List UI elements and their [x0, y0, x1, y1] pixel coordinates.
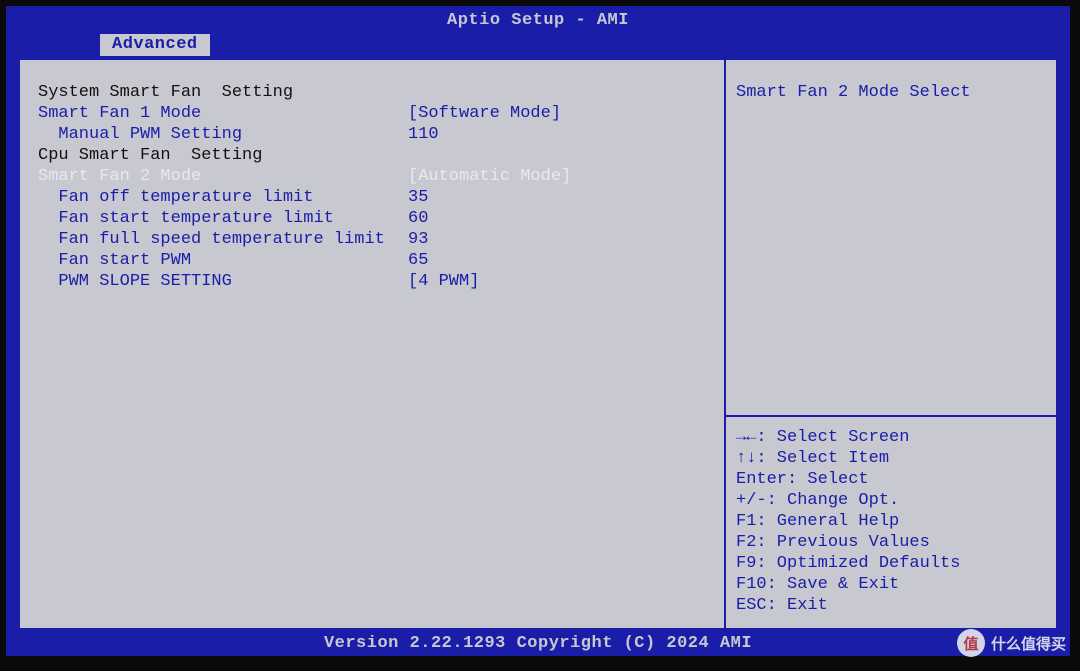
- section-header-cpu-fan: Cpu Smart Fan Setting: [38, 145, 716, 166]
- titlebar: Aptio Setup - AMI: [6, 6, 1070, 34]
- help-key-line: F2: Previous Values: [736, 532, 1046, 553]
- setting-value: [Automatic Mode]: [408, 166, 716, 187]
- help-key-line: F1: General Help: [736, 511, 1046, 532]
- section-label: Cpu Smart Fan Setting: [38, 145, 408, 166]
- setting-value: 110: [408, 124, 716, 145]
- help-description: Smart Fan 2 Mode Select: [726, 60, 1056, 415]
- help-panel: Smart Fan 2 Mode Select →←: Select Scree…: [726, 60, 1056, 628]
- tab-advanced[interactable]: Advanced: [100, 34, 210, 56]
- setting-label: Manual PWM Setting: [38, 124, 408, 145]
- smart-fan-1-mode-row[interactable]: Smart Fan 1 Mode [Software Mode]: [38, 103, 716, 124]
- setting-value: 65: [408, 250, 716, 271]
- fan-start-pwm-row[interactable]: Fan start PWM 65: [38, 250, 716, 271]
- setting-value: [Software Mode]: [408, 103, 716, 124]
- help-key-line: Enter: Select: [736, 469, 1046, 490]
- help-key-line: F10: Save & Exit: [736, 574, 1046, 595]
- tab-label: Advanced: [112, 35, 198, 54]
- setting-label: Fan start temperature limit: [38, 208, 408, 229]
- fan-off-temp-row[interactable]: Fan off temperature limit 35: [38, 187, 716, 208]
- section-label: System Smart Fan Setting: [38, 82, 408, 103]
- setting-value: 93: [408, 229, 716, 250]
- setting-label: Fan full speed temperature limit: [38, 229, 408, 250]
- help-key-line: +/-: Change Opt.: [736, 490, 1046, 511]
- smart-fan-2-mode-row[interactable]: Smart Fan 2 Mode [Automatic Mode]: [38, 166, 716, 187]
- title-text: Aptio Setup - AMI: [447, 11, 629, 30]
- manual-pwm-row[interactable]: Manual PWM Setting 110: [38, 124, 716, 145]
- bios-screen: Aptio Setup - AMI Advanced System Smart …: [6, 6, 1070, 656]
- setting-label: Smart Fan 1 Mode: [38, 103, 408, 124]
- settings-panel: System Smart Fan Setting Smart Fan 1 Mod…: [20, 60, 726, 628]
- footer: Version 2.22.1293 Copyright (C) 2024 AMI: [6, 630, 1070, 656]
- help-key-line: ↑↓: Select Item: [736, 448, 1046, 469]
- pwm-slope-row[interactable]: PWM SLOPE SETTING [4 PWM]: [38, 271, 716, 292]
- help-key-line: ESC: Exit: [736, 595, 1046, 616]
- help-key-line: F9: Optimized Defaults: [736, 553, 1046, 574]
- setting-label: Smart Fan 2 Mode: [38, 166, 408, 187]
- setting-value: 35: [408, 187, 716, 208]
- setting-label: Fan off temperature limit: [38, 187, 408, 208]
- help-keys: →←: Select Screen ↑↓: Select Item Enter:…: [726, 415, 1056, 628]
- setting-value: 60: [408, 208, 716, 229]
- help-title: Smart Fan 2 Mode Select: [736, 82, 1046, 103]
- fan-start-temp-row[interactable]: Fan start temperature limit 60: [38, 208, 716, 229]
- main-area: System Smart Fan Setting Smart Fan 1 Mod…: [18, 58, 1058, 630]
- setting-label: PWM SLOPE SETTING: [38, 271, 408, 292]
- fan-full-temp-row[interactable]: Fan full speed temperature limit 93: [38, 229, 716, 250]
- setting-label: Fan start PWM: [38, 250, 408, 271]
- footer-text: Version 2.22.1293 Copyright (C) 2024 AMI: [324, 634, 752, 653]
- setting-value: [4 PWM]: [408, 271, 716, 292]
- help-key-line: →←: Select Screen: [736, 427, 1046, 448]
- tab-row: Advanced: [6, 34, 1070, 58]
- section-header-system-fan: System Smart Fan Setting: [38, 82, 716, 103]
